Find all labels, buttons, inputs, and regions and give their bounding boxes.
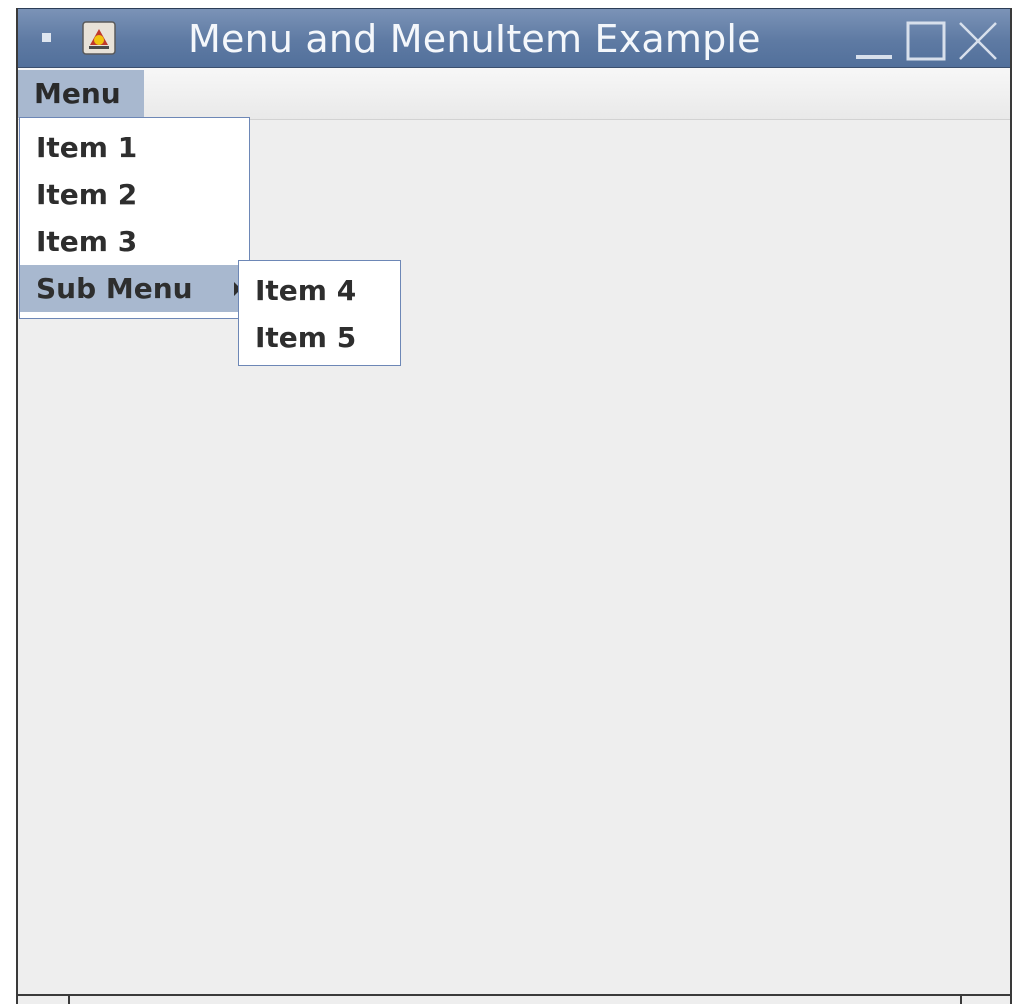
window-menu-icon[interactable] bbox=[42, 33, 51, 42]
sub-menu-item[interactable]: Sub Menu bbox=[20, 265, 249, 312]
application-window: Menu and MenuItem Example Menu Item 1 It… bbox=[16, 8, 1012, 1004]
menu-item-2[interactable]: Item 2 bbox=[20, 171, 249, 218]
submenu-item-5[interactable]: Item 5 bbox=[239, 314, 400, 361]
menu-bar: Menu bbox=[18, 68, 1010, 120]
sub-menu-label: Sub Menu bbox=[36, 272, 193, 305]
menu-item-3[interactable]: Item 3 bbox=[20, 218, 249, 265]
close-icon[interactable] bbox=[956, 19, 1000, 63]
bottom-divider-left bbox=[68, 994, 70, 1004]
java-app-icon bbox=[82, 21, 116, 55]
window-title: Menu and MenuItem Example bbox=[188, 17, 761, 61]
window-bottom-border bbox=[18, 994, 1010, 1004]
maximize-icon[interactable] bbox=[904, 19, 948, 63]
title-bar[interactable]: Menu and MenuItem Example bbox=[18, 8, 1010, 68]
submenu-item-4[interactable]: Item 4 bbox=[239, 267, 400, 314]
menu-button[interactable]: Menu bbox=[18, 70, 144, 118]
bottom-divider-right bbox=[960, 994, 962, 1004]
menu-popup: Item 1 Item 2 Item 3 Sub Menu bbox=[19, 117, 250, 319]
submenu-popup: Item 4 Item 5 bbox=[238, 260, 401, 366]
minimize-icon[interactable] bbox=[852, 19, 896, 63]
menu-item-1[interactable]: Item 1 bbox=[20, 124, 249, 171]
